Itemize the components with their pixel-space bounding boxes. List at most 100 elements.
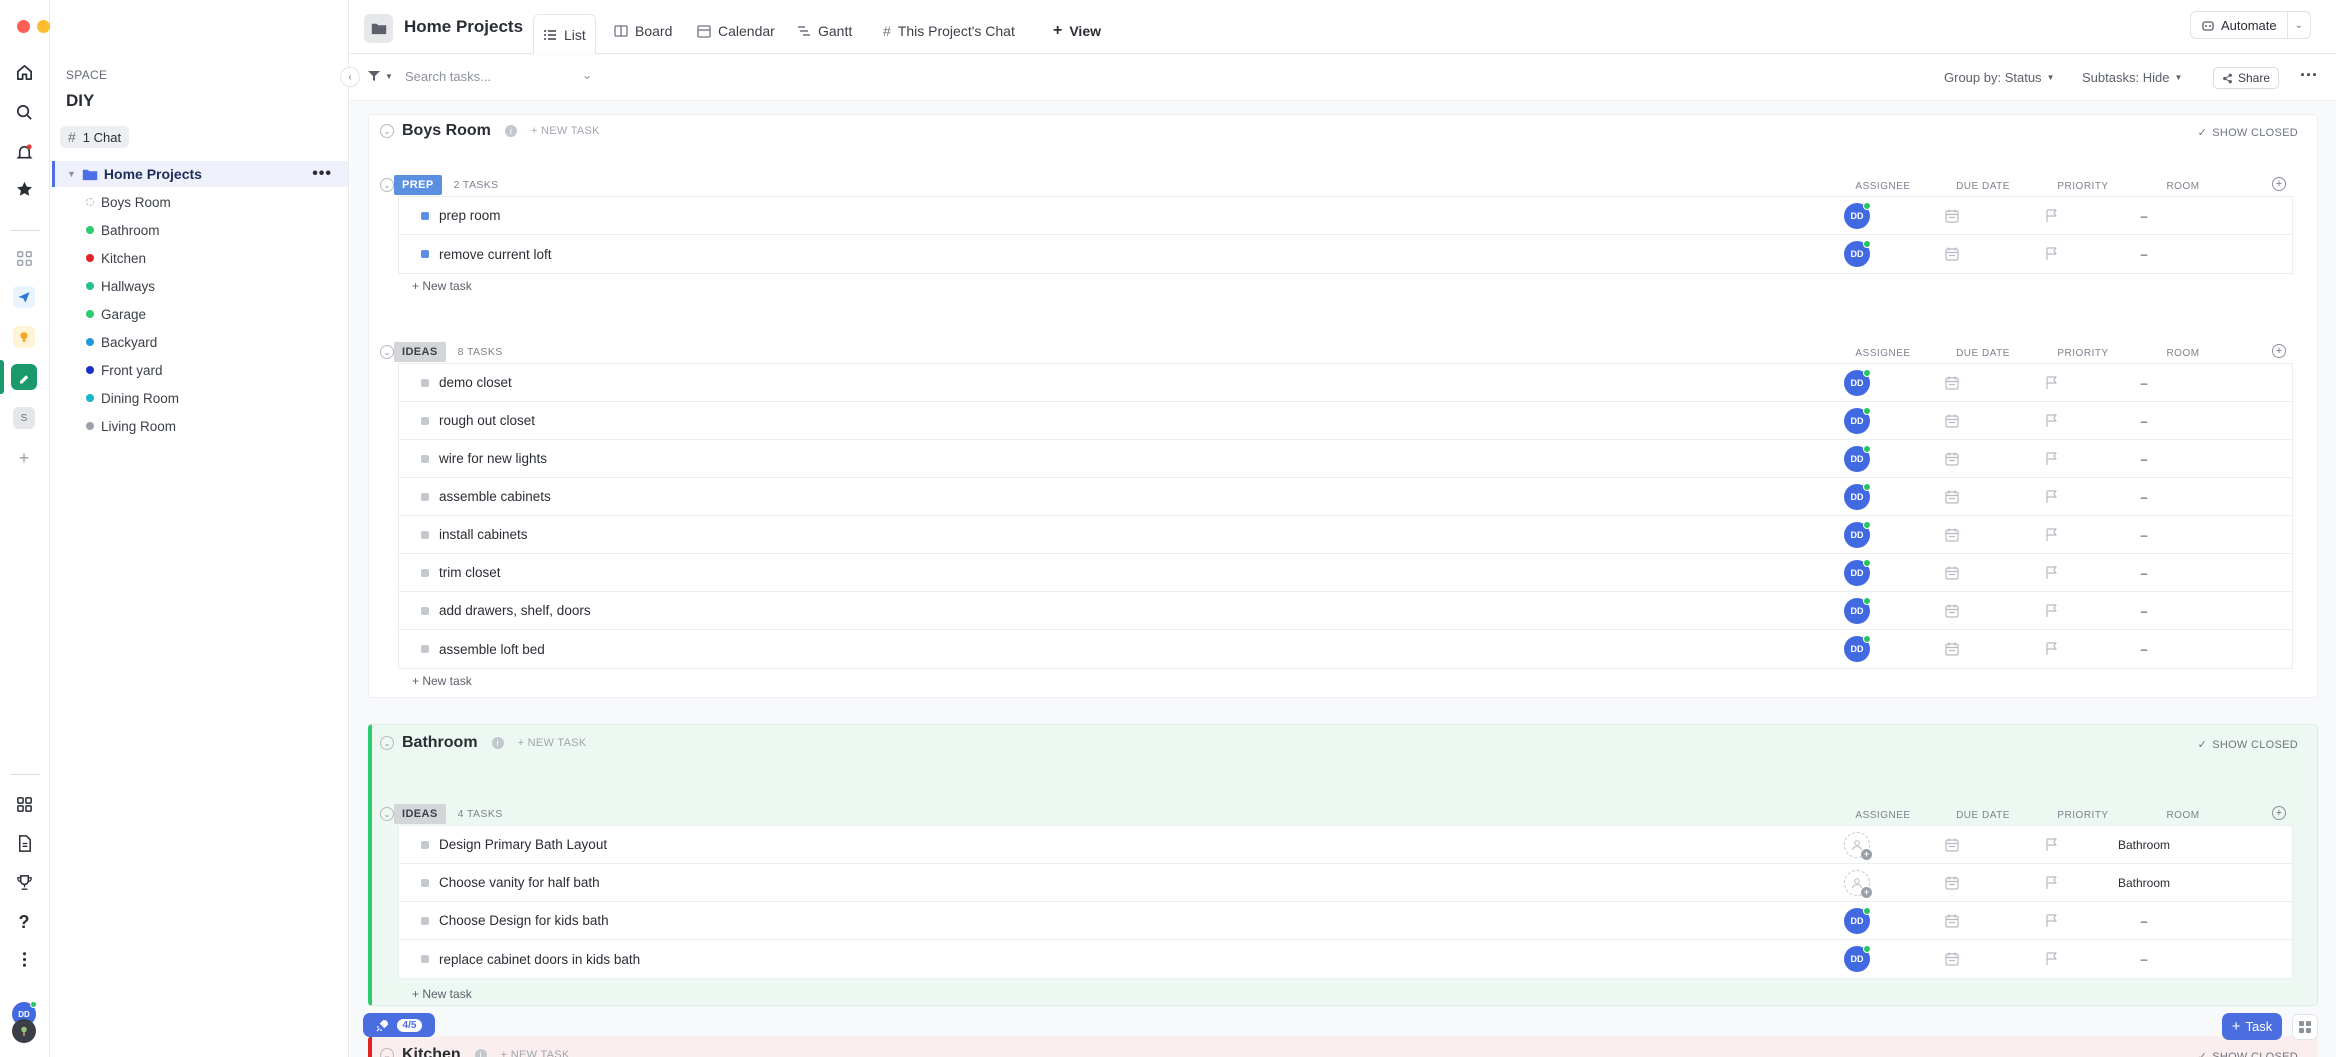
filter-button[interactable]: ▼	[368, 70, 393, 82]
new-task-header-button[interactable]: + NEW TASK	[531, 125, 600, 137]
due-date-calendar-icon[interactable]	[1944, 951, 1960, 967]
room-cell[interactable]: –	[2104, 247, 2184, 261]
room-cell[interactable]: –	[2104, 209, 2184, 223]
task-name[interactable]: assemble cabinets	[439, 489, 551, 504]
status-square-icon[interactable]	[421, 607, 429, 615]
room-cell[interactable]: –	[2104, 376, 2184, 390]
assignee-avatar[interactable]: DD	[1844, 369, 1871, 396]
info-icon[interactable]: i	[491, 737, 504, 749]
due-date-calendar-icon[interactable]	[1944, 413, 1960, 429]
space-diy-icon[interactable]	[9, 362, 39, 392]
room-cell[interactable]: –	[2104, 414, 2184, 428]
col-assignee[interactable]: ASSIGNEE	[1843, 348, 1923, 359]
col-due-date[interactable]: DUE DATE	[1943, 348, 2023, 359]
group-title[interactable]: Bathroom	[402, 734, 478, 752]
sidebar-list-item[interactable]: Kitchen4	[86, 245, 376, 271]
room-cell[interactable]: –	[2104, 528, 2184, 542]
add-assignee-icon[interactable]: +	[1844, 870, 1872, 898]
task-name[interactable]: add drawers, shelf, doors	[439, 603, 591, 618]
assignee-avatar[interactable]: DD	[1844, 407, 1871, 434]
status-badge[interactable]: IDEAS	[394, 342, 446, 362]
info-icon[interactable]: i	[504, 125, 517, 137]
col-room[interactable]: ROOM	[2143, 181, 2223, 192]
assignee-avatar[interactable]: DD	[1844, 483, 1871, 510]
add-task-button[interactable]: + Task	[2222, 1013, 2282, 1040]
notifications-icon[interactable]	[9, 137, 39, 167]
task-name[interactable]: replace cabinet doors in kids bath	[439, 952, 640, 967]
collapse-group-icon[interactable]: ⌄	[380, 124, 394, 138]
search-options-chevron-icon[interactable]: ⌄	[582, 68, 592, 82]
task-row[interactable]: Design Primary Bath Layout + Bathroom	[399, 826, 2292, 864]
task-name[interactable]: install cabinets	[439, 527, 528, 542]
workspace-avatar[interactable]	[12, 1019, 36, 1043]
chevron-down-icon[interactable]: ⌄	[2286, 11, 2310, 39]
due-date-calendar-icon[interactable]	[1944, 565, 1960, 581]
due-date-calendar-icon[interactable]	[1944, 913, 1960, 929]
task-row[interactable]: Choose vanity for half bath + Bathroom	[399, 864, 2292, 902]
home-icon[interactable]	[9, 57, 39, 87]
favorites-star-icon[interactable]	[9, 174, 39, 204]
col-assignee[interactable]: ASSIGNEE	[1843, 810, 1923, 821]
assignee-avatar[interactable]: DD	[1844, 907, 1871, 934]
assignee-avatar[interactable]: DD	[1844, 202, 1871, 229]
add-column-icon[interactable]: +	[2272, 177, 2286, 191]
task-row[interactable]: rough out closet DD –	[399, 402, 2292, 440]
info-icon[interactable]: i	[474, 1049, 487, 1057]
due-date-calendar-icon[interactable]	[1944, 603, 1960, 619]
space-send-icon[interactable]	[9, 282, 39, 312]
status-square-icon[interactable]	[421, 212, 429, 220]
sidebar-list-item[interactable]: Dining Room	[86, 385, 376, 411]
task-row[interactable]: remove current loft DD –	[399, 235, 2292, 273]
collapse-group-icon[interactable]: ⌄	[380, 1048, 394, 1057]
assignee-avatar[interactable]: DD	[1844, 597, 1871, 624]
task-row[interactable]: wire for new lights DD –	[399, 440, 2292, 478]
status-square-icon[interactable]	[421, 455, 429, 463]
due-date-calendar-icon[interactable]	[1944, 375, 1960, 391]
task-row[interactable]: add drawers, shelf, doors DD –	[399, 592, 2292, 630]
due-date-calendar-icon[interactable]	[1944, 641, 1960, 657]
task-row[interactable]: install cabinets DD –	[399, 516, 2292, 554]
priority-flag-icon[interactable]	[2044, 375, 2060, 391]
room-cell[interactable]: –	[2104, 566, 2184, 580]
status-square-icon[interactable]	[421, 569, 429, 577]
priority-flag-icon[interactable]	[2044, 951, 2060, 967]
status-square-icon[interactable]	[421, 917, 429, 925]
space-chat-button[interactable]: # 1 Chat	[60, 126, 130, 148]
space-lightbulb-icon[interactable]	[9, 322, 39, 352]
add-assignee-icon[interactable]: +	[1844, 832, 1872, 860]
sidebar-list-item[interactable]: Bathroom4	[86, 217, 376, 243]
caret-down-icon[interactable]: ▼	[67, 169, 76, 179]
apps-grid-icon[interactable]	[2292, 1014, 2318, 1040]
priority-flag-icon[interactable]	[2044, 246, 2060, 262]
status-square-icon[interactable]	[421, 250, 429, 258]
assignee-avatar[interactable]: DD	[1844, 445, 1871, 472]
show-closed-button[interactable]: ✓ SHOW CLOSED	[2198, 1050, 2298, 1057]
task-row[interactable]: assemble loft bed DD –	[399, 630, 2292, 668]
sidebar-list-item[interactable]: Front yard5	[86, 357, 376, 383]
due-date-calendar-icon[interactable]	[1944, 208, 1960, 224]
assignee-avatar[interactable]: DD	[1844, 945, 1871, 972]
show-closed-button[interactable]: ✓ SHOW CLOSED	[2198, 126, 2298, 140]
space-name[interactable]: DIY	[66, 91, 94, 111]
status-square-icon[interactable]	[421, 493, 429, 501]
sidebar-list-item[interactable]: Living Room1	[86, 413, 376, 439]
add-space-icon[interactable]: +	[9, 443, 39, 473]
priority-flag-icon[interactable]	[2044, 603, 2060, 619]
spaces-overview-icon[interactable]	[9, 243, 39, 273]
collapse-status-icon[interactable]: ⌄	[380, 345, 394, 359]
col-due-date[interactable]: DUE DATE	[1943, 181, 2023, 192]
task-row[interactable]: prep room DD –	[399, 197, 2292, 235]
col-room[interactable]: ROOM	[2143, 810, 2223, 821]
col-priority[interactable]: PRIORITY	[2043, 810, 2123, 821]
tab-board[interactable]: Board	[605, 14, 681, 48]
sidebar-folder-home-projects[interactable]: ▼ Home Projects •••	[52, 161, 348, 187]
collapse-status-icon[interactable]: ⌄	[380, 807, 394, 821]
status-square-icon[interactable]	[421, 955, 429, 963]
due-date-calendar-icon[interactable]	[1944, 246, 1960, 262]
task-name[interactable]: trim closet	[439, 565, 501, 580]
task-row[interactable]: demo closet DD –	[399, 364, 2292, 402]
space-s-icon[interactable]: S	[9, 403, 39, 433]
task-row[interactable]: replace cabinet doors in kids bath DD –	[399, 940, 2292, 978]
group-title[interactable]: Boys Room	[402, 122, 491, 140]
search-icon[interactable]	[9, 97, 39, 127]
